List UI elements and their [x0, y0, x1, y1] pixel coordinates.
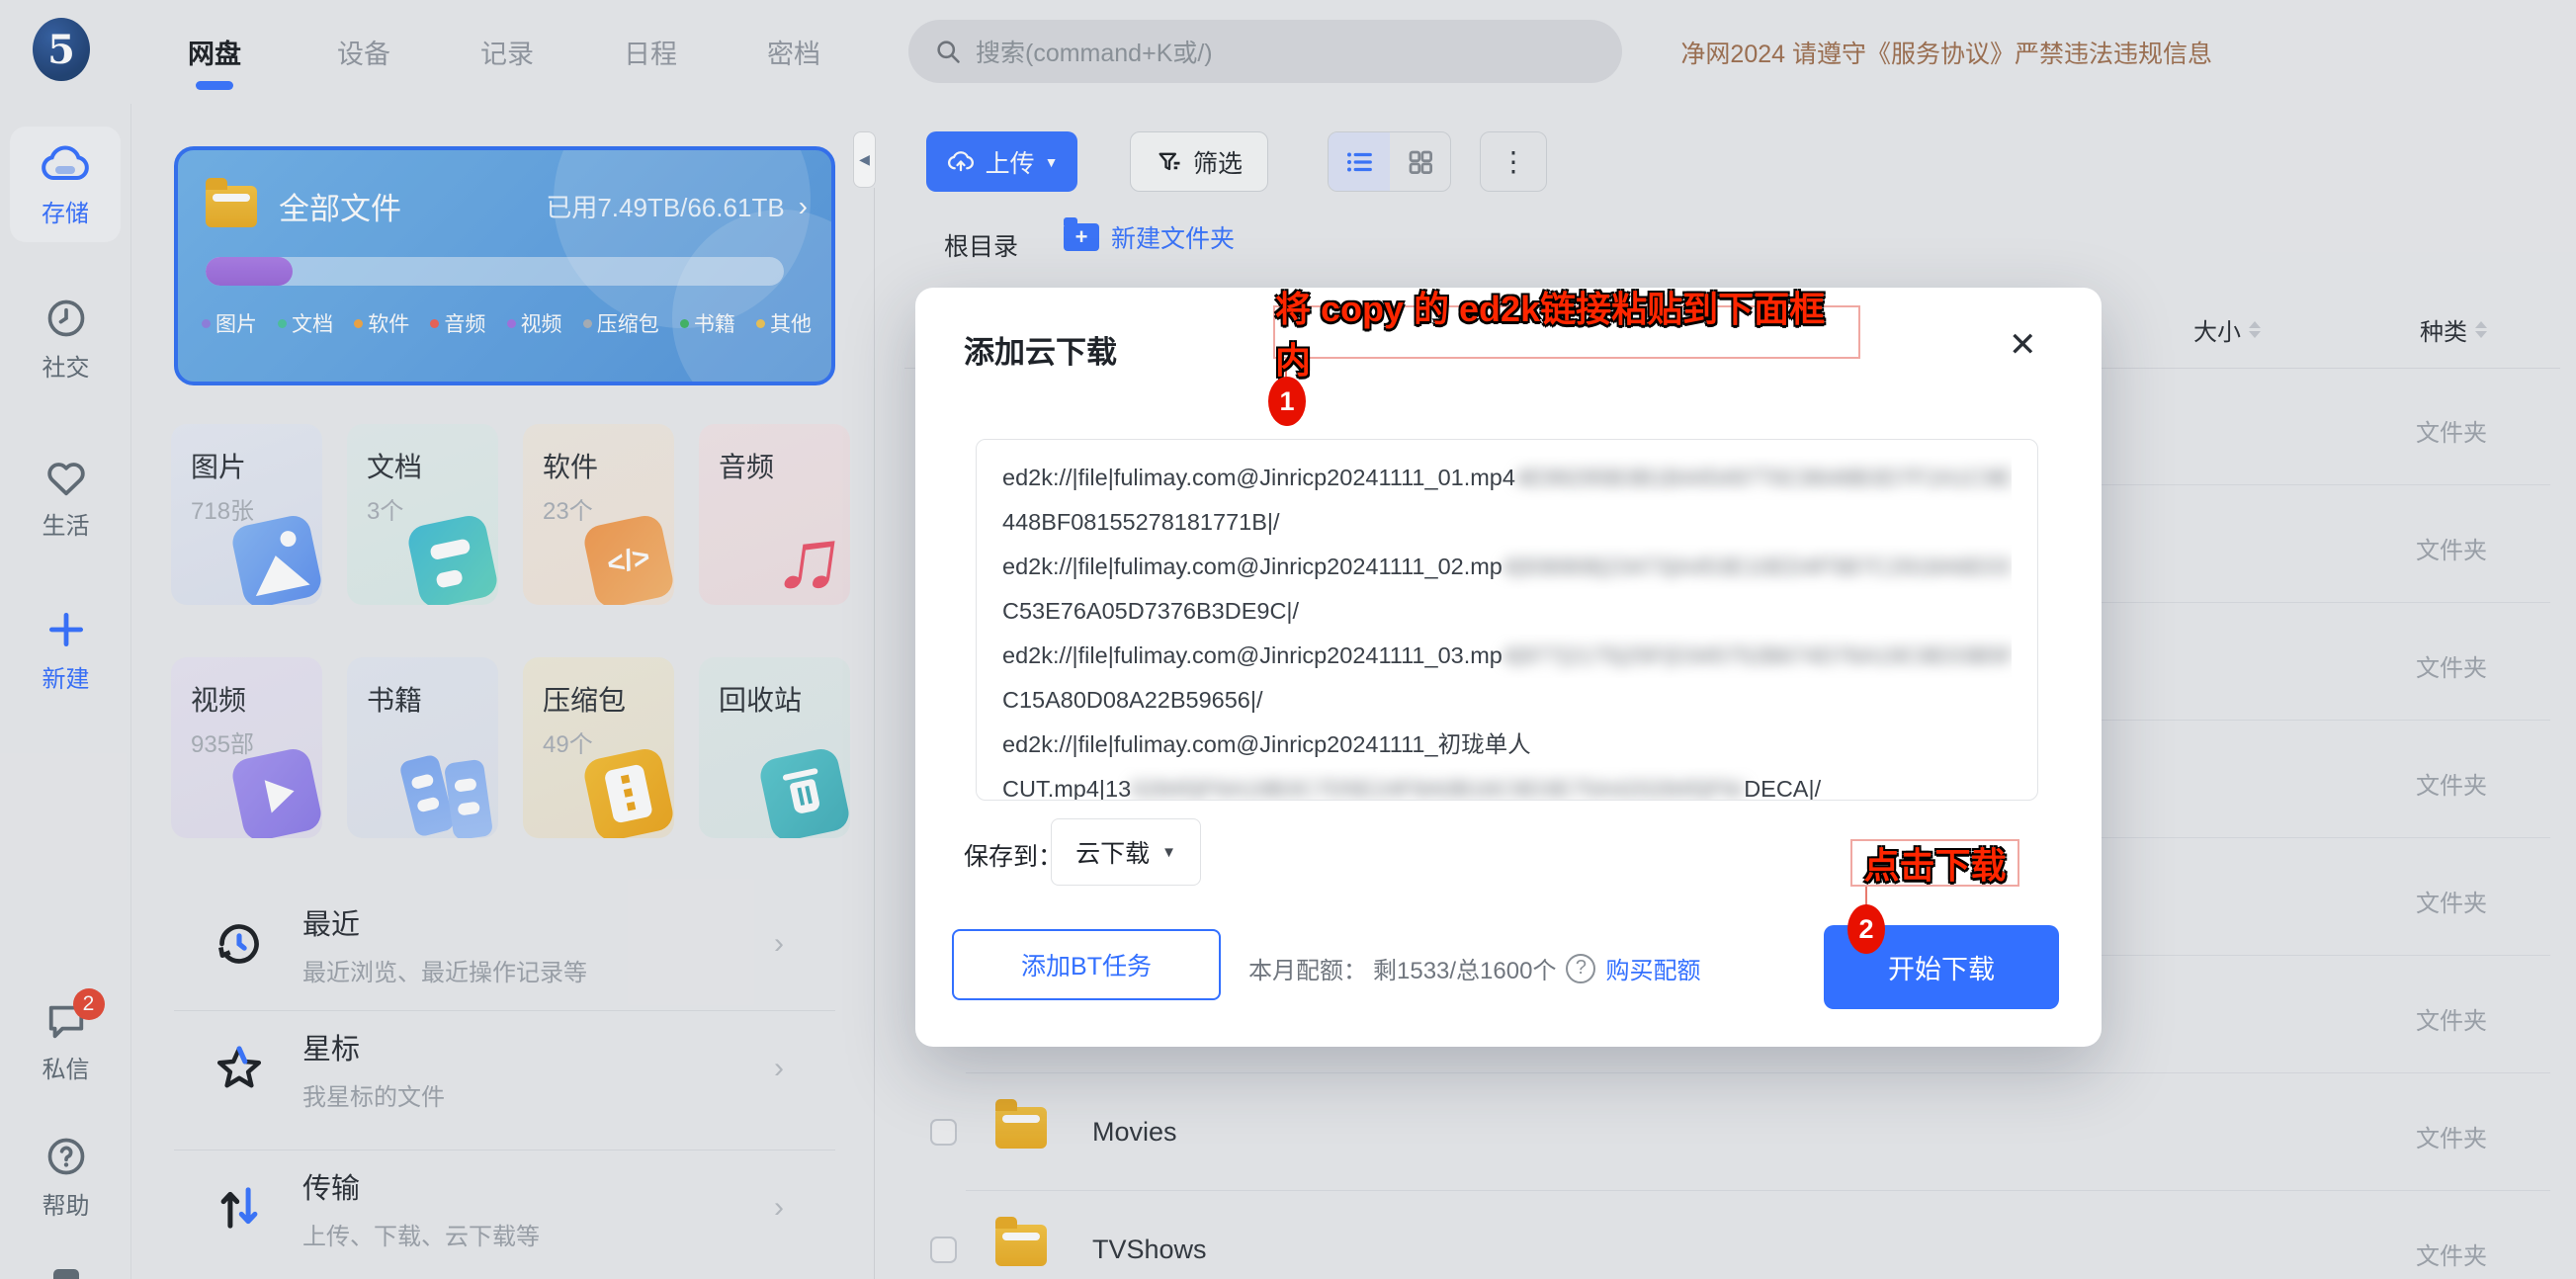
quota-label: 本月配额：: [1248, 951, 1367, 985]
ed2k-link-line: ed2k://|file|fulimay.com@Jinricp20241111…: [1002, 545, 2012, 589]
add-bt-task-button[interactable]: 添加BT任务: [952, 929, 1221, 1000]
annotation-step2-number: 2: [1847, 904, 1885, 954]
modal-title: 添加云下载: [964, 327, 1117, 372]
buy-quota-link[interactable]: 购买配额: [1605, 951, 1700, 985]
save-to-label: 保存到：: [964, 837, 1063, 873]
save-to-value: 云下载: [1075, 834, 1150, 870]
close-icon[interactable]: ✕: [2009, 325, 2037, 365]
annotation-step1-box: 将 copy 的 ed2k链接粘贴到下面框内: [1273, 305, 1860, 359]
ed2k-link-line: 448BF08155278181771B|/: [1002, 500, 2012, 545]
quota-value: 剩1533/总1600个: [1373, 951, 1556, 985]
annotation-step1-text: 将 copy 的 ed2k链接粘贴到下面框内: [1275, 281, 1858, 384]
ed2k-link-line: ed2k://|file|fulimay.com@Jinricp20241111…: [1002, 723, 2012, 767]
ed2k-link-line: ed2k://|file|fulimay.com@Jinricp20241111…: [1002, 634, 2012, 678]
ed2k-link-line: ed2k://|file|fulimay.com@Jinricp20241111…: [1002, 456, 2012, 500]
quota-row: 本月配额： 剩1533/总1600个 ? 购买配额: [1248, 951, 1700, 985]
add-cloud-download-modal: 添加云下载 ✕ ed2k://|file|fulimay.com@Jinricp…: [915, 288, 2102, 1047]
ed2k-link-line: CUT.mp4|1302845|F6A19B3C7D5E24F8A0B16C9D…: [1002, 767, 2012, 801]
annotation-step1-number: 1: [1268, 377, 1306, 426]
annotation-step2-text: 点击下载: [1863, 837, 2006, 889]
ed2k-links-textarea[interactable]: ed2k://|file|fulimay.com@Jinricp20241111…: [976, 439, 2038, 801]
caret-down-icon: ▼: [1161, 844, 1176, 861]
save-to-dropdown[interactable]: 云下载 ▼: [1051, 818, 1201, 886]
annotation-step2-box: 点击下载: [1850, 839, 2019, 887]
question-circle-icon[interactable]: ?: [1566, 954, 1595, 983]
ed2k-link-line: C15A80D08A22B59656|/: [1002, 678, 2012, 723]
ed2k-link-line: C53E76A05D7376B3DE9C|/: [1002, 589, 2012, 634]
